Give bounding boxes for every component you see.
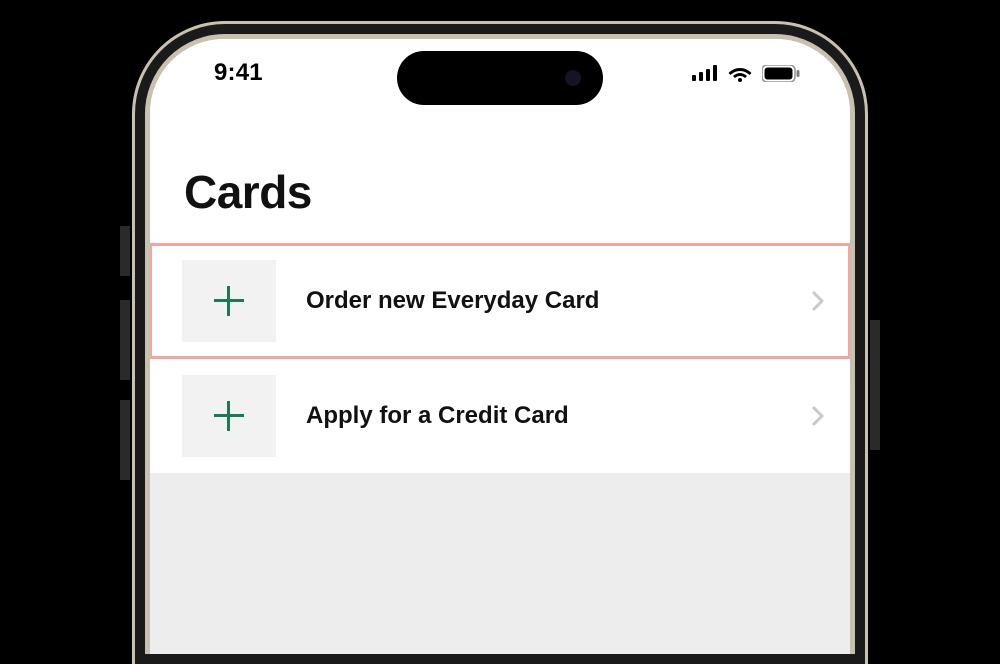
- dynamic-island: [397, 51, 603, 105]
- plus-icon-tile: [182, 375, 276, 457]
- plus-icon: [214, 286, 244, 316]
- empty-content-area: [150, 474, 850, 654]
- battery-icon: [762, 65, 800, 82]
- phone-frame: 9:41: [135, 24, 865, 664]
- wifi-icon: [728, 65, 752, 82]
- plus-icon: [214, 401, 244, 431]
- volume-down-button: [120, 400, 130, 480]
- order-everyday-card-row[interactable]: Order new Everyday Card: [150, 243, 850, 359]
- status-indicators: [692, 65, 800, 82]
- cellular-signal-icon: [692, 65, 718, 81]
- volume-up-button: [120, 300, 130, 380]
- list-item-label: Order new Everyday Card: [306, 287, 782, 315]
- page-header: Cards: [150, 107, 850, 243]
- list-item-label: Apply for a Credit Card: [306, 402, 782, 430]
- chevron-right-icon: [812, 406, 824, 426]
- plus-icon-tile: [182, 260, 276, 342]
- cards-option-list: Order new Everyday Card Apply for a Cred…: [150, 243, 850, 474]
- volume-switch: [120, 226, 130, 276]
- status-time: 9:41: [214, 59, 263, 87]
- apply-credit-card-row[interactable]: Apply for a Credit Card: [150, 359, 850, 474]
- chevron-right-icon: [812, 291, 824, 311]
- screen: 9:41: [150, 39, 850, 654]
- status-bar: 9:41: [150, 39, 850, 107]
- page-title: Cards: [184, 165, 816, 219]
- power-button: [870, 320, 880, 450]
